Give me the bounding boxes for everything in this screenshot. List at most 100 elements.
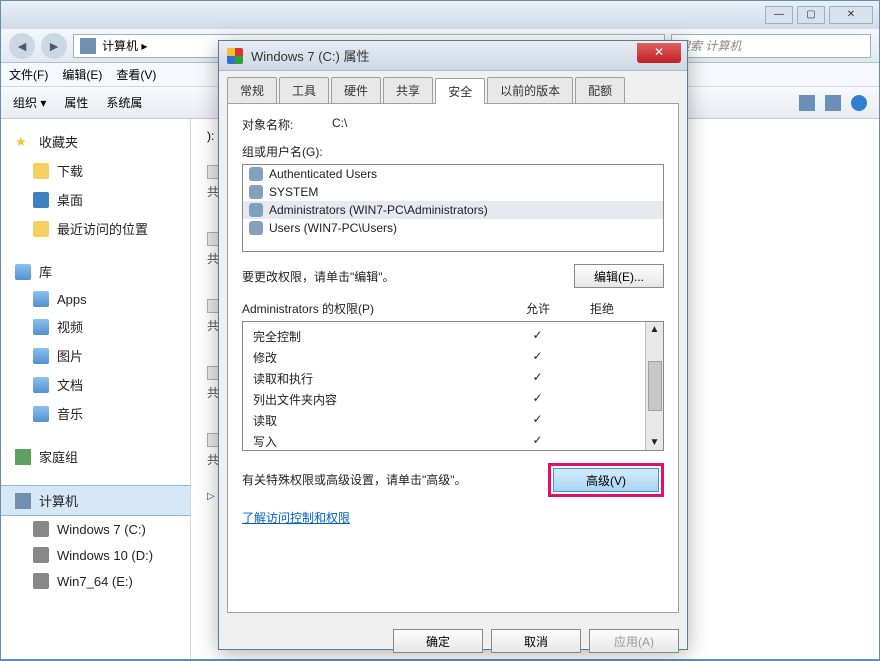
star-icon: ★	[15, 134, 31, 150]
computer-icon	[80, 38, 96, 54]
view-icon[interactable]	[799, 95, 815, 111]
folder-icon	[33, 163, 49, 179]
drive-icon	[33, 573, 49, 589]
scrollbar[interactable]: ▲ ▼	[645, 322, 663, 450]
sidebar-drive-d[interactable]: Windows 10 (D:)	[1, 542, 190, 568]
tab-quota[interactable]: 配额	[575, 77, 625, 103]
preview-icon[interactable]	[825, 95, 841, 111]
permissions-label: Administrators 的权限(P)	[242, 300, 374, 317]
menu-edit[interactable]: 编辑(E)	[62, 66, 102, 83]
edit-hint: 要更改权限，请单击"编辑"。	[242, 268, 395, 285]
advanced-hint: 有关特殊权限或高级设置，请单击"高级"。	[242, 471, 502, 489]
tab-strip: 常规 工具 硬件 共享 安全 以前的版本 配额	[219, 71, 687, 103]
sidebar-item-downloads[interactable]: 下载	[1, 156, 190, 185]
menu-view[interactable]: 查看(V)	[116, 66, 156, 83]
permission-name: 写入	[253, 433, 277, 450]
sidebar-item-music[interactable]: 音乐	[1, 399, 190, 428]
minimize-button[interactable]: —	[765, 6, 793, 24]
permission-row: 列出文件夹内容 ✓	[253, 389, 635, 410]
permission-name: 完全控制	[253, 328, 301, 345]
sidebar-drive-c[interactable]: Windows 7 (C:)	[1, 516, 190, 542]
scroll-thumb[interactable]	[648, 361, 662, 411]
sidebar-item-videos[interactable]: 视频	[1, 312, 190, 341]
menu-file[interactable]: 文件(F)	[9, 66, 48, 83]
highlight-annotation: 高级(V)	[548, 463, 664, 497]
tab-security[interactable]: 安全	[435, 78, 485, 104]
desktop-icon	[33, 192, 49, 208]
ok-button[interactable]: 确定	[393, 629, 483, 653]
permission-row: 写入 ✓	[253, 431, 635, 452]
breadcrumb: 计算机 ▸	[102, 37, 147, 54]
close-button[interactable]: ✕	[829, 6, 873, 24]
permission-row: 读取✓	[253, 410, 635, 431]
permission-row: 读取和执行✓	[253, 368, 635, 389]
user-item-selected[interactable]: Administrators (WIN7-PC\Administrators)	[243, 201, 663, 219]
dialog-body: 对象名称: C:\ 组或用户名(G): Authenticated Users …	[227, 103, 679, 613]
allow-check: ✓	[505, 391, 570, 408]
sidebar-item-desktop[interactable]: 桌面	[1, 185, 190, 214]
drive-icon	[33, 521, 49, 537]
tab-previous[interactable]: 以前的版本	[487, 77, 573, 103]
tab-hardware[interactable]: 硬件	[331, 77, 381, 103]
help-icon[interactable]	[851, 95, 867, 111]
permission-name: 修改	[253, 349, 277, 366]
homegroup-icon	[15, 449, 31, 465]
tab-general[interactable]: 常规	[227, 77, 277, 103]
watermark-icon	[762, 623, 790, 647]
allow-check: ✓	[505, 328, 570, 345]
permission-name: 列出文件夹内容	[253, 391, 337, 408]
sidebar-homegroup[interactable]: 家庭组	[1, 442, 190, 471]
sidebar-favorites[interactable]: ★收藏夹	[1, 127, 190, 156]
forward-button[interactable]: ►	[41, 33, 67, 59]
sidebar-computer[interactable]: 计算机	[1, 485, 190, 516]
apps-icon	[33, 291, 49, 307]
tab-tools[interactable]: 工具	[279, 77, 329, 103]
user-icon	[249, 167, 263, 181]
dialog-title: Windows 7 (C:) 属性	[251, 46, 369, 65]
dialog-button-row: 确定 取消 应用(A)	[219, 621, 687, 661]
sidebar-item-apps[interactable]: Apps	[1, 286, 190, 312]
sidebar-item-documents[interactable]: 文档	[1, 370, 190, 399]
deny-check	[570, 433, 635, 450]
edit-button[interactable]: 编辑(E)...	[574, 264, 664, 288]
user-item[interactable]: Users (WIN7-PC\Users)	[243, 219, 663, 237]
cancel-button[interactable]: 取消	[491, 629, 581, 653]
advanced-button[interactable]: 高级(V)	[553, 468, 659, 492]
explorer-titlebar: — ▢ ✕	[1, 1, 879, 29]
music-icon	[33, 406, 49, 422]
allow-check: ✓	[505, 349, 570, 366]
allow-header: 允许	[526, 300, 550, 317]
object-name-label: 对象名称:	[242, 116, 322, 133]
sidebar-drive-e[interactable]: Win7_64 (E:)	[1, 568, 190, 594]
user-item[interactable]: SYSTEM	[243, 183, 663, 201]
dialog-close-button[interactable]: ✕	[637, 43, 681, 63]
search-input[interactable]: 搜索 计算机	[671, 34, 871, 58]
learn-more-link[interactable]: 了解访问控制和权限	[242, 509, 664, 526]
recent-icon	[33, 221, 49, 237]
sidebar-item-recent[interactable]: 最近访问的位置	[1, 214, 190, 243]
deny-check	[570, 349, 635, 366]
toolbar-sysprops[interactable]: 系统属	[106, 94, 142, 111]
scroll-down-icon[interactable]: ▼	[650, 437, 660, 448]
dialog-titlebar: Windows 7 (C:) 属性 ✕	[219, 41, 687, 71]
permission-row: 修改 ✓	[253, 347, 635, 368]
allow-check: ✓	[505, 370, 570, 387]
scroll-up-icon[interactable]: ▲	[650, 324, 660, 335]
sidebar-item-pictures[interactable]: 图片	[1, 341, 190, 370]
back-button[interactable]: ◄	[9, 33, 35, 59]
permission-name: 读取	[253, 412, 277, 429]
user-list[interactable]: Authenticated Users SYSTEM Administrator…	[242, 164, 664, 252]
sidebar-libraries[interactable]: 库	[1, 257, 190, 286]
permissions-list: 完全控制✓修改✓读取和执行✓列出文件夹内容✓读取✓写入✓ ▲ ▼	[242, 321, 664, 451]
maximize-button[interactable]: ▢	[797, 6, 825, 24]
user-item[interactable]: Authenticated Users	[243, 165, 663, 183]
toolbar-organize[interactable]: 组织 ▾	[13, 94, 46, 111]
user-icon	[249, 185, 263, 199]
video-icon	[33, 319, 49, 335]
apply-button[interactable]: 应用(A)	[589, 629, 679, 653]
deny-check	[570, 328, 635, 345]
tab-sharing[interactable]: 共享	[383, 77, 433, 103]
toolbar-properties[interactable]: 属性	[64, 94, 88, 111]
allow-check: ✓	[505, 433, 570, 450]
picture-icon	[33, 348, 49, 364]
